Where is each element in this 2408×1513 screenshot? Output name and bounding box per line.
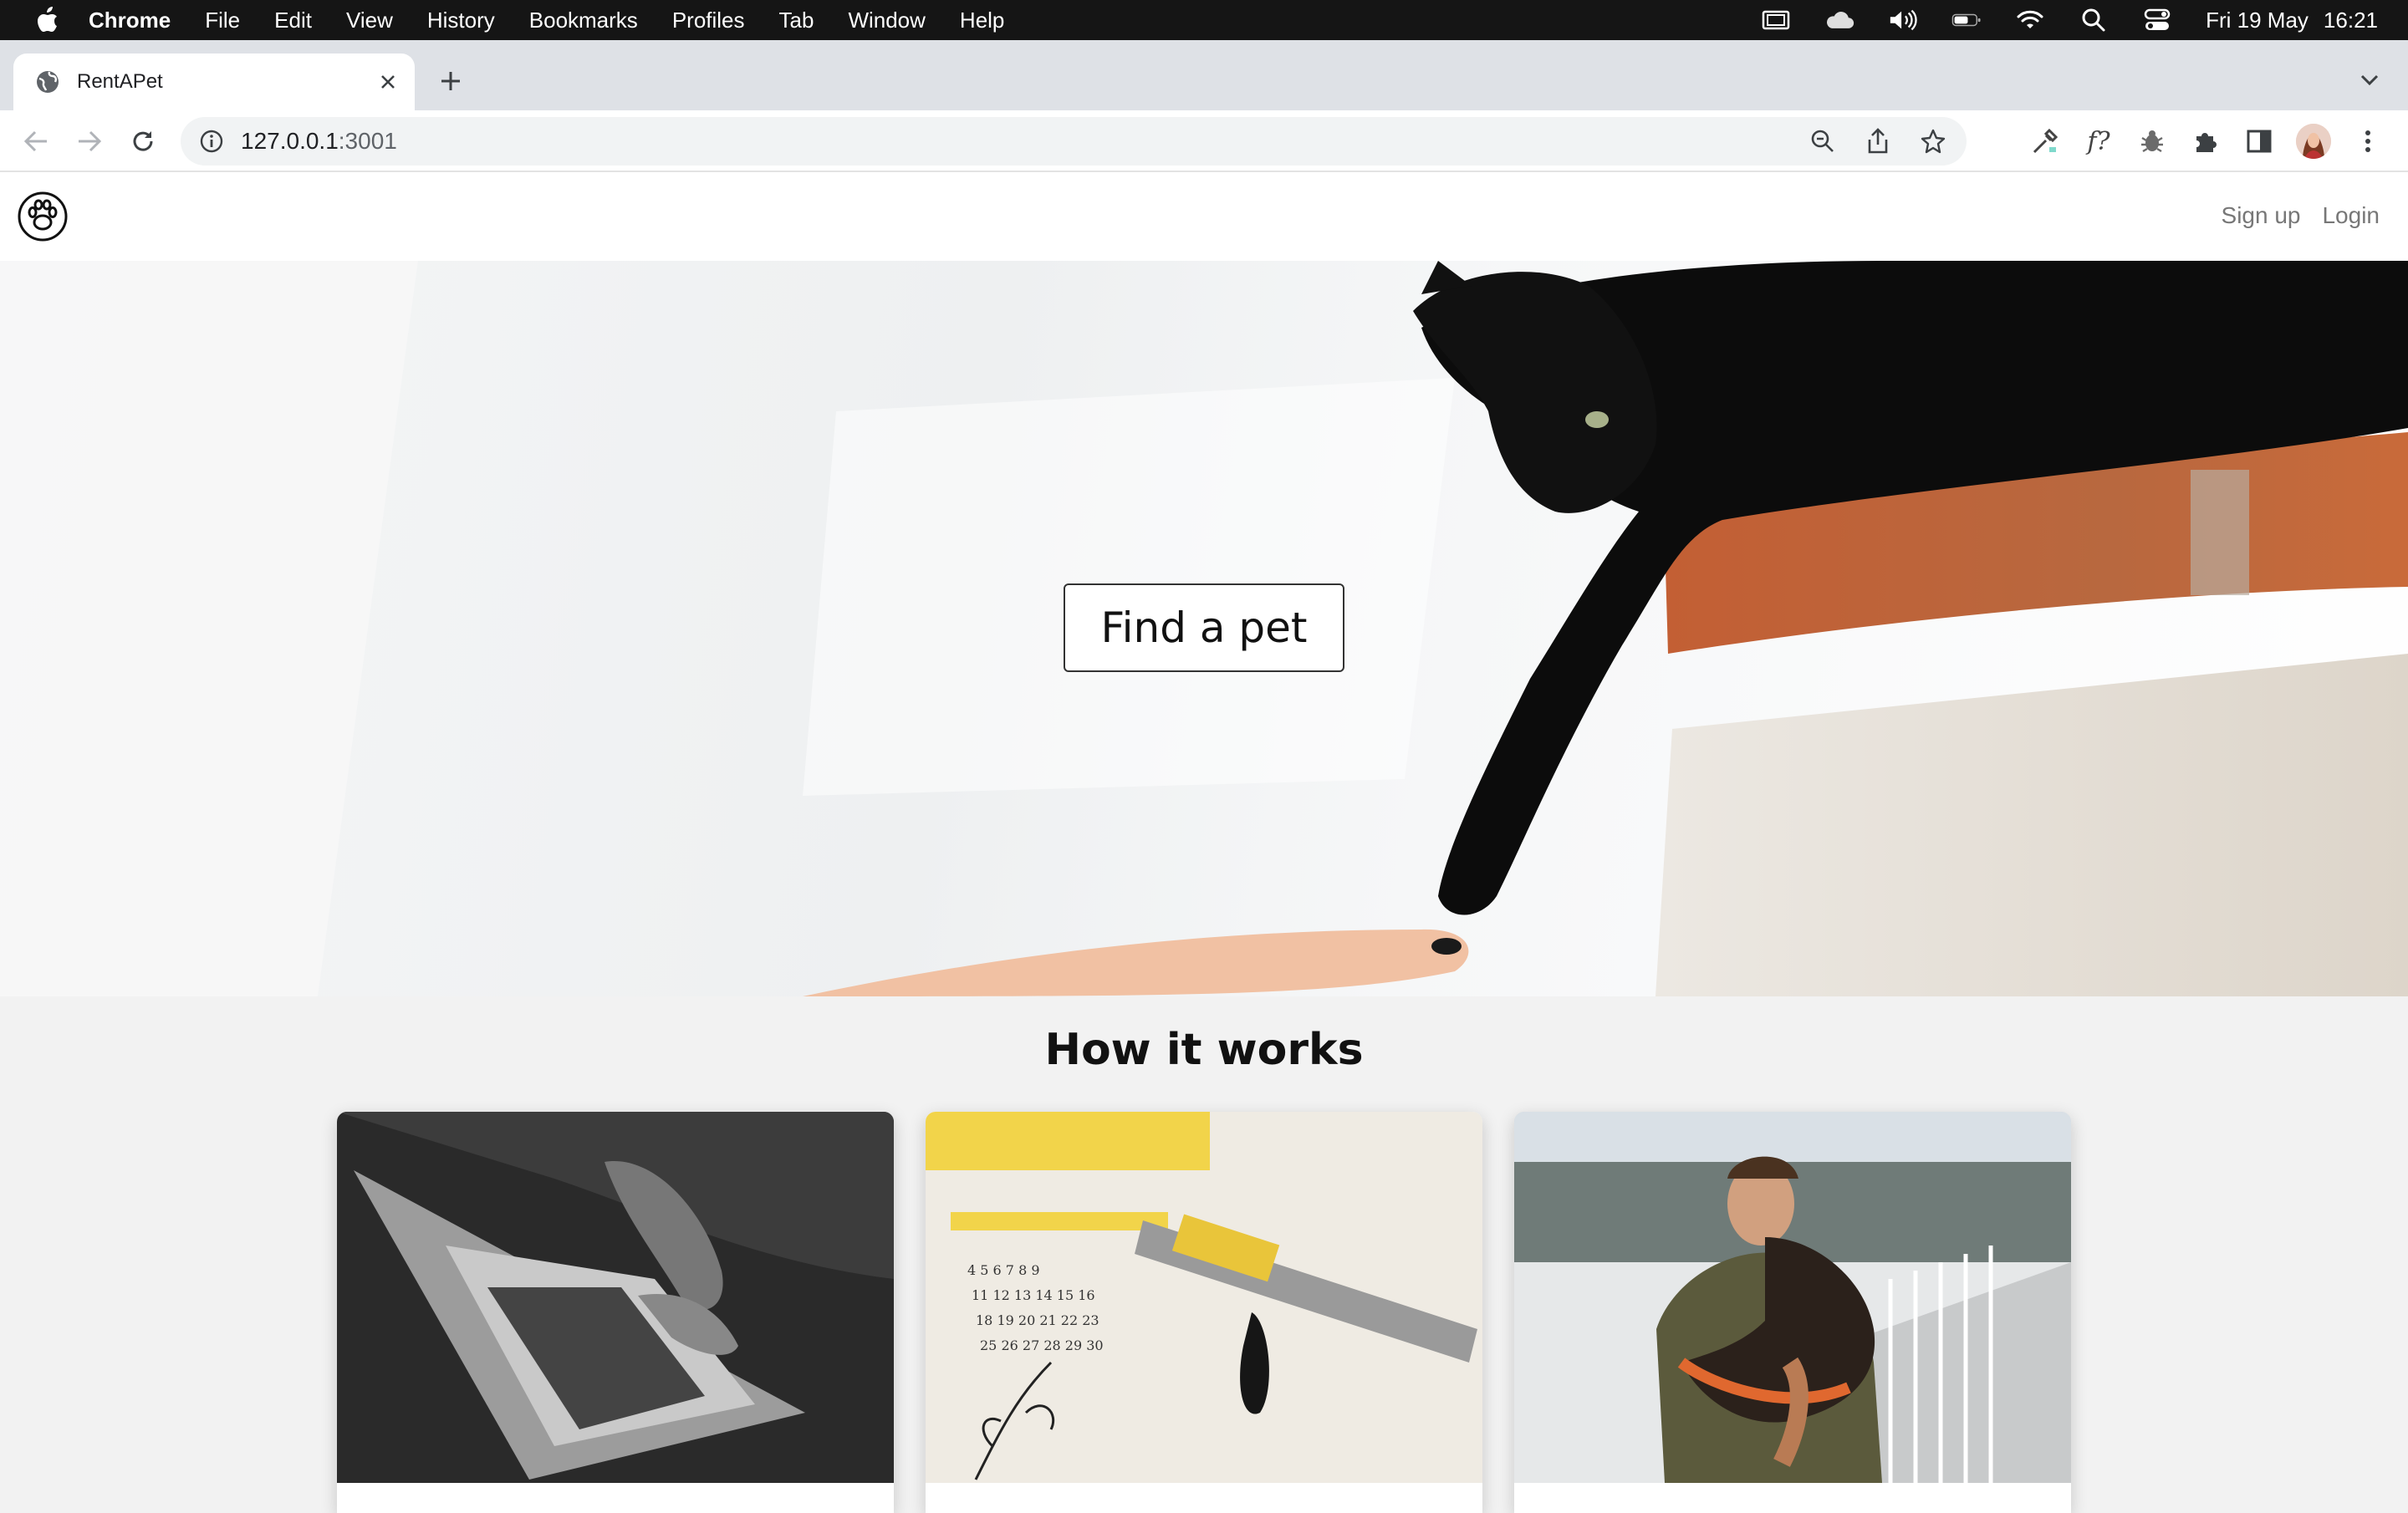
globe-icon	[37, 71, 59, 93]
menu-bookmarks[interactable]: Bookmarks	[529, 8, 638, 33]
menu-file[interactable]: File	[205, 8, 240, 33]
reload-icon[interactable]	[124, 122, 162, 160]
how-card-meet[interactable]	[1514, 1112, 2071, 1513]
profile-avatar[interactable]	[2296, 124, 2331, 159]
forward-arrow-icon[interactable]	[70, 122, 109, 160]
url-host: 127.0.0.1	[241, 128, 339, 154]
menubar-clock[interactable]: Fri 19 May 16:21	[2206, 8, 2378, 33]
eyedropper-extension-icon[interactable]	[2028, 125, 2062, 158]
menu-profiles[interactable]: Profiles	[672, 8, 745, 33]
signup-link[interactable]: Sign up	[2222, 202, 2301, 229]
laptop-photo	[337, 1112, 894, 1483]
menu-window[interactable]: Window	[848, 8, 925, 33]
address-bar[interactable]: 127.0.0.1:3001	[181, 117, 1967, 166]
menu-edit[interactable]: Edit	[274, 8, 312, 33]
browser-toolbar: 127.0.0.1:3001 f?	[0, 110, 2408, 172]
svg-text:25 26 27 28 29 30: 25 26 27 28 29 30	[980, 1337, 1104, 1353]
cloud-icon[interactable]	[1824, 8, 1854, 32]
menu-app-chrome[interactable]: Chrome	[89, 8, 171, 33]
site-info-icon[interactable]	[199, 129, 224, 154]
new-tab-icon[interactable]	[433, 64, 468, 99]
apple-menu-icon[interactable]	[30, 3, 64, 37]
font-extension-icon[interactable]: f?	[2082, 125, 2115, 158]
tab-title: RentAPet	[77, 70, 163, 93]
back-arrow-icon[interactable]	[17, 122, 55, 160]
calendar-photo: 4 5 6 7 8 9 11 12 13 14 15 16 18 19 20 2…	[926, 1112, 1482, 1483]
volume-icon[interactable]	[1888, 8, 1918, 32]
control-center-icon[interactable]	[2142, 8, 2172, 32]
man-with-dog-photo	[1514, 1112, 2071, 1483]
extensions-puzzle-icon[interactable]	[2189, 125, 2222, 158]
svg-text:11 12 13 14 15 16: 11 12 13 14 15 16	[972, 1287, 1095, 1303]
bookmark-star-icon[interactable]	[1918, 126, 1948, 156]
svg-text:18 19 20 21 22 23: 18 19 20 21 22 23	[976, 1312, 1099, 1328]
share-icon[interactable]	[1863, 126, 1893, 156]
tab-strip: RentAPet	[0, 40, 2408, 110]
how-card-book[interactable]: 4 5 6 7 8 9 11 12 13 14 15 16 18 19 20 2…	[926, 1112, 1482, 1513]
spotlight-search-icon[interactable]	[2079, 8, 2109, 32]
paw-logo-icon[interactable]	[17, 191, 69, 242]
chevron-down-icon[interactable]	[2354, 65, 2385, 95]
side-panel-icon[interactable]	[2242, 125, 2276, 158]
macos-menubar: Chrome File Edit View History Bookmarks …	[0, 0, 2408, 40]
how-it-works-title: How it works	[1044, 1025, 1364, 1075]
battery-icon[interactable]	[1951, 8, 1982, 32]
find-a-pet-button[interactable]: Find a pet	[1064, 583, 1344, 672]
login-link[interactable]: Login	[2322, 202, 2380, 229]
svg-text:4 5 6 7 8 9: 4 5 6 7 8 9	[967, 1262, 1040, 1278]
menu-history[interactable]: History	[427, 8, 495, 33]
how-card-browse[interactable]	[337, 1112, 894, 1513]
wifi-icon[interactable]	[2015, 8, 2045, 32]
menu-view[interactable]: View	[346, 8, 393, 33]
menu-tab[interactable]: Tab	[779, 8, 814, 33]
display-icon[interactable]	[1761, 8, 1791, 32]
site-header: Sign up Login	[0, 172, 2408, 261]
site-nav: Sign up Login	[2222, 202, 2380, 229]
url-port: :3001	[338, 128, 397, 154]
how-it-works-section: How it works 4 5 6 7 8 9 11 12 13 14 15 …	[0, 996, 2408, 1513]
close-tab-icon[interactable]	[373, 67, 403, 97]
zoom-icon[interactable]	[1808, 126, 1838, 156]
more-menu-icon[interactable]	[2351, 125, 2385, 158]
hero-banner: Find a pet	[0, 261, 2408, 996]
browser-tab[interactable]: RentAPet	[13, 53, 415, 110]
menubar-date: Fri 19 May	[2206, 7, 2309, 33]
menubar-time: 16:21	[2323, 7, 2378, 33]
bug-extension-icon[interactable]	[2135, 125, 2169, 158]
url-text: 127.0.0.1:3001	[241, 128, 397, 155]
menu-help[interactable]: Help	[960, 8, 1004, 33]
